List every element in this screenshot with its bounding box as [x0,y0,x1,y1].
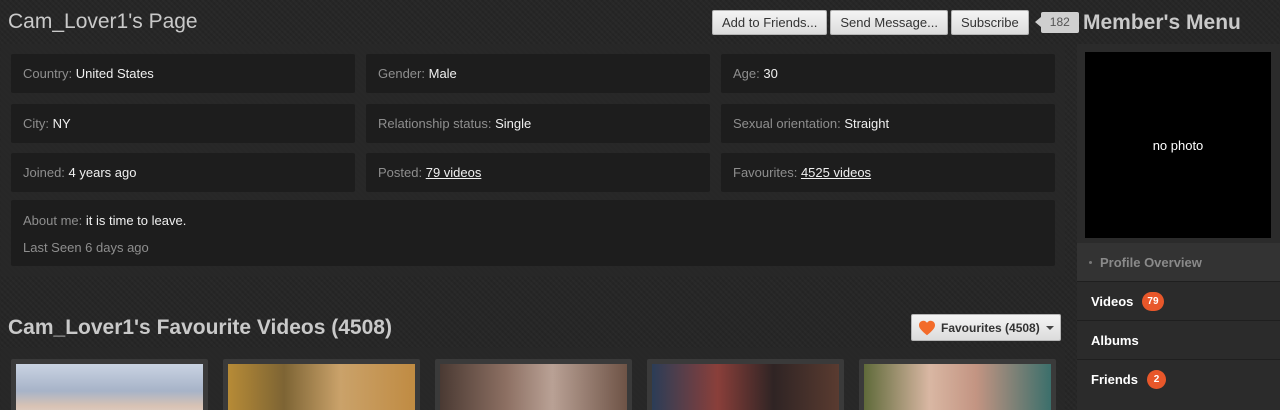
country-value: United States [75,66,154,81]
age-value: 30 [763,66,778,81]
add-to-friends-button[interactable]: Add to Friends... [712,10,828,35]
favourites-label: Favourites: [733,165,798,180]
about-me-block: About me: it is time to leave. Last Seen… [11,200,1055,266]
country-field: Country: United States [11,54,355,93]
age-field: Age: 30 [721,54,1055,93]
city-field: City: NY [11,104,355,143]
video-thumbnail-image [228,364,415,410]
video-thumbnail[interactable] [11,359,208,410]
joined-field: Joined: 4 years ago [11,153,355,192]
video-thumbnail[interactable] [435,359,632,410]
menu-item-albums[interactable]: Albums [1077,321,1280,359]
members-menu-sidebar: Member's Menu no photo Profile Overview … [1076,0,1280,410]
about-me-value: it is time to leave. [85,213,187,228]
profile-main: Cam_Lover1's Page Add to Friends... Send… [0,0,1079,410]
video-thumbnail[interactable] [859,359,1056,410]
video-thumbnail-image [16,364,203,410]
video-thumbnail-image [864,364,1051,410]
relationship-field: Relationship status: Single [366,104,710,143]
menu-item-label: Videos [1091,293,1134,309]
gender-label: Gender: [378,66,425,81]
menu-item-friends[interactable]: Friends 2 [1077,360,1280,398]
gender-value: Male [428,66,457,81]
profile-photo-placeholder: no photo [1085,52,1271,238]
heart-icon [919,320,935,335]
last-seen-text: Last Seen 6 days ago [23,240,149,255]
video-thumbnail-image [652,364,839,410]
relationship-value: Single [495,116,532,131]
chevron-down-icon [1045,325,1054,330]
relationship-label: Relationship status: [378,116,492,131]
joined-label: Joined: [23,165,65,180]
page-title: Cam_Lover1's Page [8,10,198,33]
joined-value: 4 years ago [68,165,137,180]
favourites-dropdown[interactable]: Favourites (4508) [911,314,1061,341]
menu-item-label: Profile Overview [1100,254,1202,270]
menu-item-videos[interactable]: Videos 79 [1077,282,1280,320]
send-message-button[interactable]: Send Message... [830,10,948,35]
friends-count-badge: 2 [1146,369,1166,389]
about-me-label: About me: [23,213,83,228]
video-thumbnail[interactable] [647,359,844,410]
favourites-dropdown-label: Favourites (4508) [941,320,1040,335]
profile-actions: Add to Friends... Send Message... Subscr… [712,10,1079,35]
posted-videos-link[interactable]: 79 videos [426,165,482,180]
city-label: City: [23,116,49,131]
menu-item-label: Friends [1091,371,1138,387]
posted-label: Posted: [378,165,423,180]
age-label: Age: [733,66,760,81]
members-menu-panel: no photo Profile Overview Videos 79 Albu… [1077,44,1280,410]
videos-count-badge: 79 [1142,291,1164,311]
members-menu-title: Member's Menu [1083,11,1241,34]
no-photo-text: no photo [1152,137,1204,153]
subscriber-count-badge: 182 [1034,12,1079,33]
posted-field: Posted: 79 videos [366,153,710,192]
favourites-videos-link[interactable]: 4525 videos [801,165,871,180]
orientation-field: Sexual orientation: Straight [721,104,1055,143]
video-thumbnail[interactable] [223,359,420,410]
orientation-label: Sexual orientation: [733,116,841,131]
orientation-value: Straight [844,116,890,131]
country-label: Country: [23,66,73,81]
menu-item-label: Albums [1091,332,1139,348]
gender-field: Gender: Male [366,54,710,93]
city-value: NY [52,116,71,131]
video-thumbnail-image [440,364,627,410]
bullet-icon [1089,260,1092,264]
favourite-videos-title: Cam_Lover1's Favourite Videos (4508) [8,316,392,339]
favourites-field: Favourites: 4525 videos [721,153,1055,192]
menu-item-profile-overview[interactable]: Profile Overview [1077,243,1280,281]
subscribe-button[interactable]: Subscribe [950,10,1029,35]
